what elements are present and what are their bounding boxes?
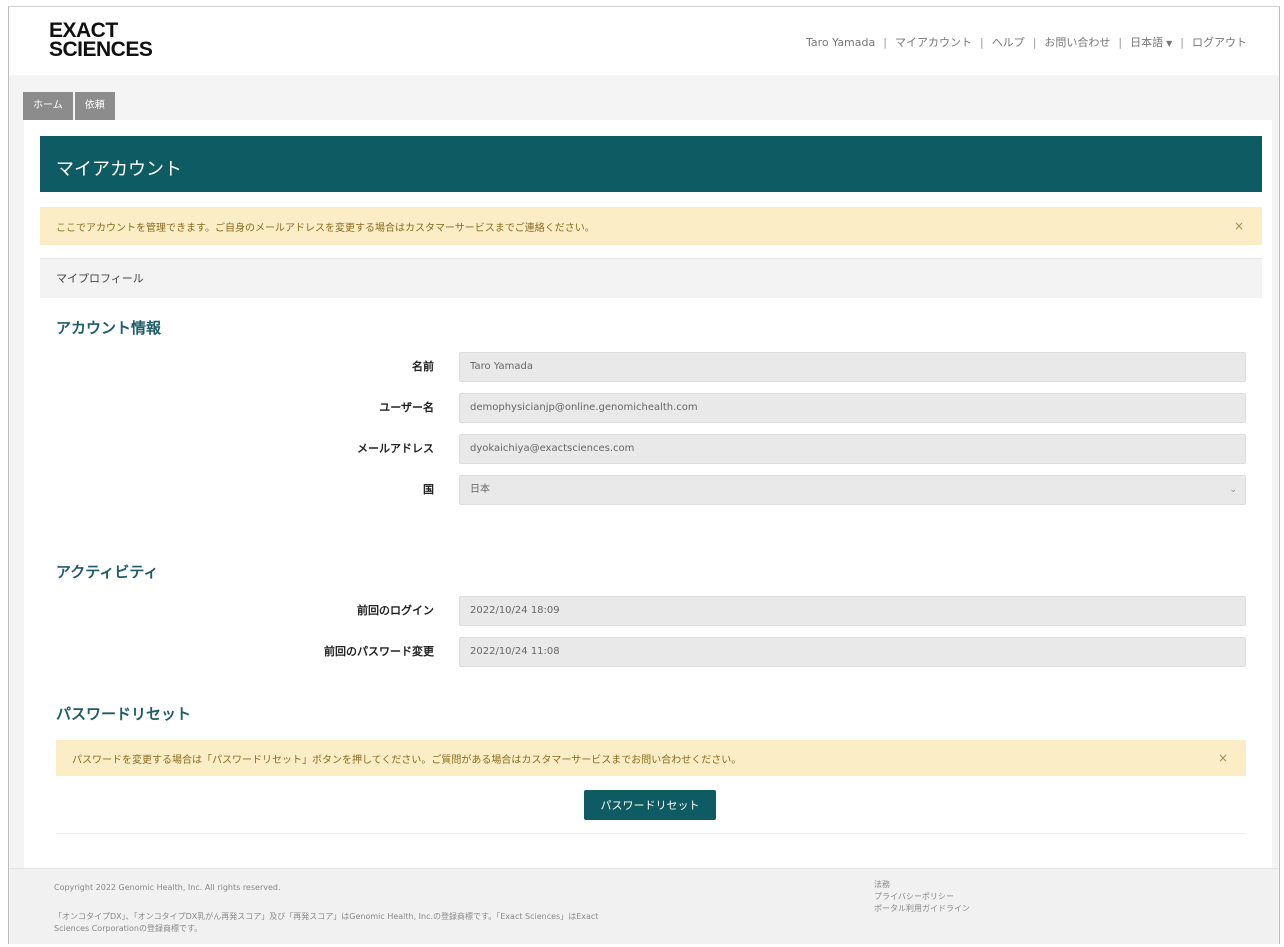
language-label: 日本語 [1130,36,1164,49]
tab-home[interactable]: ホーム [23,92,73,120]
username-field[interactable]: demophysicianjp@online.genomichealth.com [459,393,1246,423]
password-alert-text: パスワードを変更する場合は「パスワードリセット」ボタンを押してください。ご質問が… [72,754,742,766]
language-dropdown[interactable]: 日本語 ▼ [1130,34,1172,50]
password-reset-button[interactable]: パスワードリセット [584,790,716,820]
help-link[interactable]: ヘルプ [992,34,1025,50]
section-divider [56,833,1246,834]
email-field[interactable]: dyokaichiya@exactsciences.com [459,434,1246,464]
main-tabs: ホーム 依頼 [23,92,115,120]
contact-link[interactable]: お問い合わせ [1044,34,1110,50]
email-label: メールアドレス [357,442,434,455]
last-login-row: 前回のログイン 2022/10/24 18:09 [56,596,1246,626]
nav-separator: | [1118,35,1123,49]
main-panel: マイアカウント ここでアカウントを管理できます。ご自身のメールアドレスを変更する… [24,120,1272,868]
page-title: マイアカウント [40,136,1262,192]
nav-separator: | [1032,35,1037,49]
trademark-text: 「オンコタイプDX」、「オンコタイプDX乳がん再発スコア」及び「再発スコア」はG… [54,911,754,935]
site-footer: Copyright 2022 Genomic Health, Inc. All … [9,868,1279,944]
copyright-text: Copyright 2022 Genomic Health, Inc. All … [54,883,281,892]
exact-sciences-logo[interactable]: EXACT SCIENCES [49,20,153,61]
last-password-change-label: 前回のパスワード変更 [324,645,434,658]
footer-links: 法務 プライバシーポリシー ポータル利用ガイドライン [874,879,970,915]
tab-requests[interactable]: 依頼 [74,92,115,120]
info-alert: ここでアカウントを管理できます。ご自身のメールアドレスを変更する場合はカスタマー… [40,207,1262,245]
nav-separator: | [1180,35,1184,49]
country-select[interactable]: 日本 ⌄ [459,475,1246,505]
last-login-field: 2022/10/24 18:09 [459,596,1246,626]
password-alert: パスワードを変更する場合は「パスワードリセット」ボタンを押してください。ご質問が… [56,740,1246,776]
chevron-down-icon: ⌄ [1229,485,1237,495]
info-alert-text: ここでアカウントを管理できます。ご自身のメールアドレスを変更する場合はカスタマー… [56,222,595,234]
user-name-link[interactable]: Taro Yamada [806,36,875,49]
caret-down-icon: ▼ [1166,39,1173,48]
my-account-link[interactable]: マイアカウント [895,34,972,50]
username-label: ユーザー名 [379,401,434,414]
country-label: 国 [423,483,434,496]
name-field[interactable]: Taro Yamada [459,352,1246,382]
email-row: メールアドレス dyokaichiya@exactsciences.com [56,434,1246,464]
last-password-change-row: 前回のパスワード変更 2022/10/24 11:08 [56,637,1246,667]
nav-separator: | [979,35,984,49]
footer-link-privacy[interactable]: プライバシーポリシー [874,891,970,903]
trademark-line-2: Sciences Corporationの登録商標です。 [54,924,203,933]
country-select-value: 日本 [470,484,490,495]
country-row: 国 日本 ⌄ [56,475,1246,505]
last-password-change-field: 2022/10/24 11:08 [459,637,1246,667]
logout-link[interactable]: ログアウト [1192,34,1247,50]
name-label: 名前 [412,360,434,373]
account-info-heading: アカウント情報 [56,319,162,337]
name-row: 名前 Taro Yamada [56,352,1246,382]
close-icon[interactable]: × [1218,751,1228,765]
footer-link-portal-guide[interactable]: ポータル利用ガイドライン [874,903,970,915]
my-profile-bar: マイプロフィール [40,258,1262,298]
last-login-label: 前回のログイン [357,604,434,617]
password-reset-heading: パスワードリセット [56,705,192,723]
top-navigation: Taro Yamada | マイアカウント | ヘルプ | お問い合わせ | 日… [806,34,1247,50]
nav-separator: | [883,35,887,49]
trademark-line-1: 「オンコタイプDX」、「オンコタイプDX乳がん再発スコア」及び「再発スコア」はG… [54,912,599,921]
close-icon[interactable]: × [1234,219,1244,233]
username-row: ユーザー名 demophysicianjp@online.genomicheal… [56,393,1246,423]
logo-line-2: SCIENCES [49,38,153,61]
activity-heading: アクティビティ [56,563,159,581]
footer-link-legal[interactable]: 法務 [874,879,970,891]
site-header: EXACT SCIENCES Taro Yamada | マイアカウント | ヘ… [9,7,1279,75]
